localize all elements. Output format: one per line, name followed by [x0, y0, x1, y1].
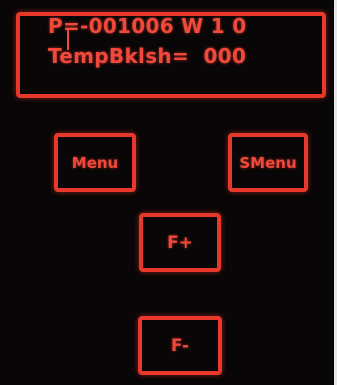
readout-line-position: P=-001006 W 1 0 [48, 14, 247, 38]
f-plus-button[interactable]: F+ [139, 213, 221, 272]
readout-line-backlash: TempBklsh= 000 [48, 44, 247, 68]
device-screen: P=-001006 W 1 0 TempBklsh= 000 Menu SMen… [0, 0, 337, 385]
menu-button[interactable]: Menu [54, 133, 136, 192]
f-minus-button[interactable]: F- [138, 316, 222, 375]
smenu-button[interactable]: SMenu [228, 133, 308, 192]
